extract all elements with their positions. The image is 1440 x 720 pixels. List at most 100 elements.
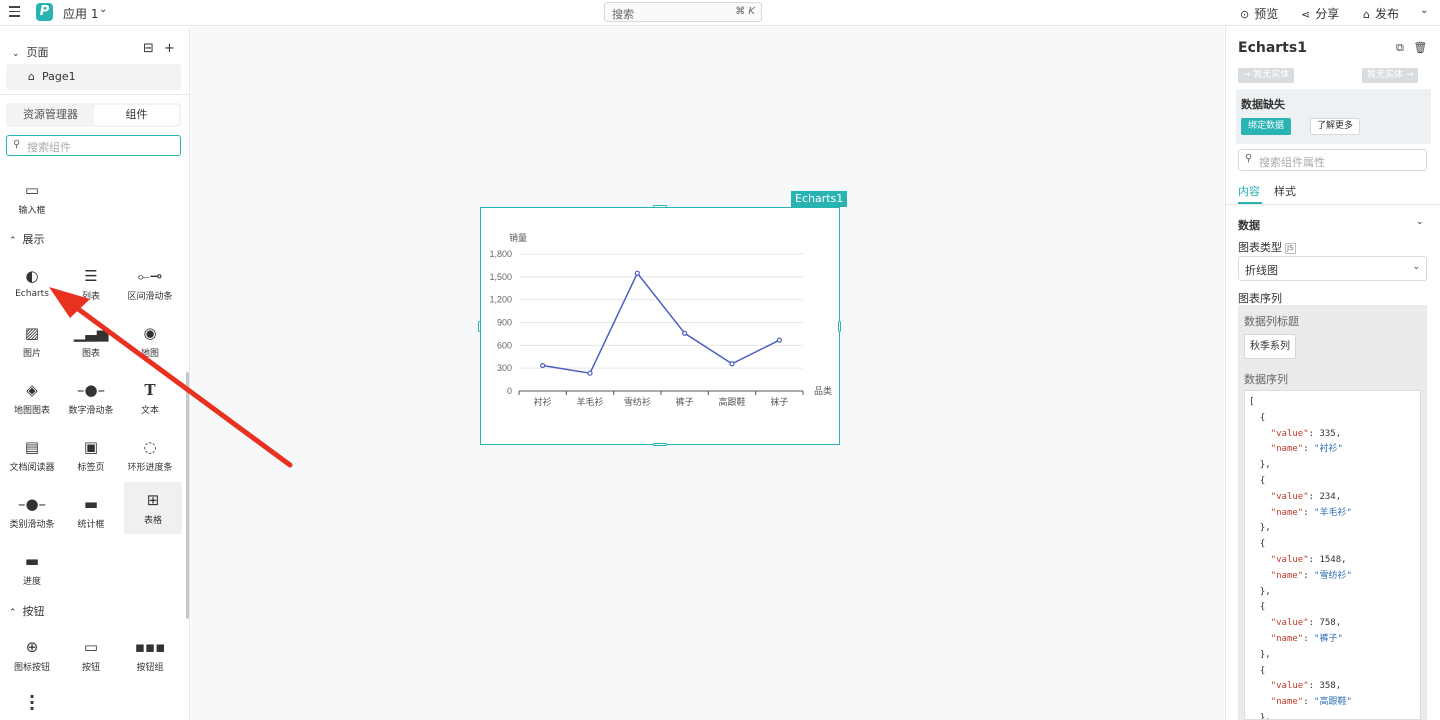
chevron-down-icon[interactable]: ⌄ [1416, 217, 1424, 227]
property-search-input[interactable]: ⚲ 搜索组件属性 [1238, 149, 1427, 171]
search-placeholder: 搜索 [612, 8, 634, 21]
x-tick-label: 衬衫 [534, 396, 552, 407]
chart-type-select[interactable]: 折线图 ⌄ [1238, 256, 1427, 281]
statistic-icon: ▬ [83, 495, 99, 513]
section-data[interactable]: 数据 [1238, 217, 1260, 233]
tab-components[interactable]: 组件 [94, 105, 179, 125]
left-panel: ⌄ 页面 ⊟ + ⌂ Page1 资源管理器 组件 ⚲ 搜索组件 ▭ 输入框 ⌃ 展… [0, 27, 190, 720]
component-echarts[interactable]: ◐ Echarts [3, 265, 61, 299]
component-progress[interactable]: ▬ 进度 [3, 550, 61, 587]
tab-explorer[interactable]: 资源管理器 [8, 105, 93, 125]
left-tabs: 资源管理器 组件 [6, 103, 181, 127]
component-label: 环形进度条 [127, 463, 173, 473]
play-circle-icon: ⊙ [1240, 8, 1250, 21]
component-tabs[interactable]: ▣ 标签页 [62, 436, 120, 473]
selected-component-tag: Echarts1 [791, 191, 848, 207]
learn-more-button[interactable]: 了解更多 [1310, 118, 1361, 135]
component-icon-button[interactable]: ⊕ 图标按钮 [3, 636, 61, 673]
chart-type-text: 图表类型 [1238, 241, 1282, 254]
component-label: 文本 [140, 406, 159, 416]
component-chart[interactable]: ▁▃▅ 图表 [62, 322, 120, 359]
home-icon: ⌂ [28, 70, 35, 83]
share-icon: ⋖ [1301, 8, 1311, 21]
component-list[interactable]: ☰ 列表 [62, 265, 120, 302]
entity-prev-button[interactable]: → 暂无实体 [1238, 68, 1295, 83]
y-tick-label: 900 [497, 318, 512, 328]
x-tick-label: 裤子 [676, 396, 694, 407]
menu-icon[interactable] [9, 6, 20, 17]
y-tick-label: 600 [497, 340, 512, 350]
global-search[interactable]: 搜索 ⌘ K [604, 2, 762, 22]
pages-header[interactable]: ⌄ 页面 [12, 44, 49, 60]
component-range-slider[interactable]: ⟜⊸ 区间滑动条 [121, 265, 179, 302]
search-shortcut: ⌘ K [735, 6, 755, 17]
chevron-down-icon[interactable]: ⌄ [99, 4, 107, 15]
publish-label: 发布 [1374, 7, 1399, 21]
number-slider-icon: –●– [76, 381, 106, 399]
component-text[interactable]: T 文本 [121, 379, 179, 416]
component-label: 统计框 [77, 520, 105, 530]
publish-button[interactable]: ⌂ 发布 [1363, 5, 1399, 22]
component-image[interactable]: ▨ 图片 [3, 322, 61, 359]
component-button[interactable]: ▭ 按钮 [62, 636, 120, 673]
top-bar: P 应用 1 ⌄ 搜索 ⌘ K ⊙ 预览 ⋖ 分享 ⌂ 发布 ⌄ [0, 0, 1440, 26]
page-item-page1[interactable]: ⌂ Page1 [6, 64, 181, 90]
y-tick-label: 300 [497, 363, 512, 373]
component-button-group[interactable]: ▪▪▪ 按钮组 [121, 636, 179, 673]
tab-content[interactable]: 内容 [1238, 183, 1260, 199]
tab-style[interactable]: 样式 [1274, 183, 1296, 199]
preview-button[interactable]: ⊙ 预览 [1240, 5, 1278, 22]
component-map-chart[interactable]: ◈ 地图图表 [3, 379, 61, 416]
chevron-up-icon: ⌃ [9, 608, 17, 618]
component-label: Echarts [15, 289, 49, 299]
data-point [729, 361, 735, 367]
component-label: 按钮组 [136, 663, 164, 673]
button-group-icon: ▪▪▪ [134, 638, 166, 656]
share-button[interactable]: ⋖ 分享 [1301, 5, 1339, 22]
add-page-icon[interactable]: + [164, 41, 175, 56]
component-number-slider[interactable]: –●– 数字滑动条 [62, 379, 120, 416]
data-point [540, 362, 546, 369]
component-search-input[interactable]: ⚲ 搜索组件 [6, 135, 181, 156]
component-category-slider[interactable]: –●– 类别滑动条 [3, 493, 61, 530]
chart-icon: ▁▃▅ [73, 324, 109, 342]
component-label: 图标按钮 [13, 663, 50, 673]
section-display[interactable]: ⌃ 展示 [9, 231, 45, 247]
component-statistic[interactable]: ▬ 统计框 [62, 493, 120, 530]
copy-icon[interactable]: ⧉ [1396, 41, 1404, 54]
app-logo: P [36, 3, 53, 21]
left-scrollbar[interactable] [186, 372, 189, 619]
data-missing-alert: 数据缺失 绑定数据 了解更多 [1236, 89, 1431, 144]
delete-icon[interactable]: 🗑︎ [1413, 41, 1427, 54]
app-name[interactable]: 应用 1 [63, 5, 98, 22]
y-tick-label: 1,200 [489, 295, 512, 305]
panel-actions: ⧉ 🗑︎ [1396, 41, 1427, 55]
section-buttons[interactable]: ⌃ 按钮 [9, 603, 45, 619]
line-chart: 0 300 600 900 1,200 1,500 1,800 衬衫 羊毛衫 雪纺衫 裤子 高跟鞋 袜子… [489, 232, 832, 407]
list-icon: ☰ [84, 267, 98, 285]
series-data-editor[interactable]: [ { "value": 335, "name": "衬衫" }, { "val… [1244, 390, 1421, 720]
series-data-label: 数据序列 [1244, 373, 1288, 386]
publish-dropdown-icon[interactable]: ⌄ [1420, 5, 1428, 16]
component-map[interactable]: ◉ 地图 [121, 322, 179, 359]
search-placeholder: 搜索组件 [27, 141, 71, 154]
component-table[interactable]: ⊞ 表格 [124, 482, 182, 534]
js-toggle[interactable]: JS [1285, 243, 1296, 254]
component-ring-progress[interactable]: ◌ 环形进度条 [121, 436, 179, 473]
x-tick-label: 高跟鞋 [718, 396, 745, 407]
component-label: 文档阅读器 [9, 463, 55, 473]
more-icon[interactable]: · · · [29, 689, 35, 717]
x-tick-label: 羊毛衫 [576, 396, 603, 407]
component-input[interactable]: ▭ 输入框 [3, 179, 61, 216]
layout-icon[interactable]: ⊟ [143, 41, 154, 56]
series-panel: 数据列标题 秋季系列 数据序列 [ { "value": 335, "name"… [1238, 305, 1427, 720]
bind-data-button[interactable]: 绑定数据 [1241, 118, 1292, 135]
series-name-input[interactable]: 秋季系列 [1244, 334, 1296, 359]
divider [1226, 204, 1440, 205]
tabs-icon: ▣ [83, 438, 99, 456]
series-title-label: 数据列标题 [1244, 315, 1299, 328]
select-value: 折线图 [1245, 264, 1278, 277]
panel-title[interactable]: Echarts1 [1238, 40, 1307, 56]
component-pdf-reader[interactable]: ▤ 文档阅读器 [3, 436, 61, 473]
entity-next-button[interactable]: 暂无实体 → [1362, 68, 1419, 83]
